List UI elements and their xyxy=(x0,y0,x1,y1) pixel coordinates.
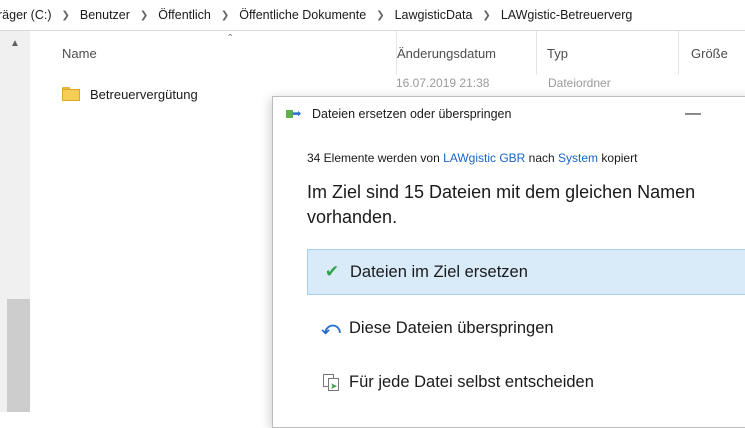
breadcrumb: räger (C:) ❯ Benutzer ❯ Öffentlich ❯ Öff… xyxy=(0,8,634,22)
breadcrumb-public-documents[interactable]: Öffentliche Dokumente xyxy=(237,8,368,22)
navigation-pane-scrollbar[interactable]: ▲ xyxy=(0,31,30,412)
replace-or-skip-dialog: ➡ Dateien ersetzen oder überspringen — 3… xyxy=(272,96,745,428)
skip-arrow-icon: ⤺ xyxy=(321,317,341,338)
chevron-right-icon[interactable]: ❯ xyxy=(474,10,498,21)
file-date: 16.07.2019 21:38 xyxy=(396,76,490,90)
compare-files-icon: ➤ xyxy=(307,374,345,391)
skip-files-label: Diese Dateien überspringen xyxy=(349,318,554,337)
column-header-size[interactable]: Größe xyxy=(678,31,745,75)
sort-ascending-icon: ⌃ xyxy=(226,33,235,44)
replace-files-button[interactable]: ✔ Dateien im Ziel ersetzen xyxy=(307,249,745,295)
column-header-type[interactable]: Typ xyxy=(536,31,687,75)
dialog-titlebar[interactable]: ➡ Dateien ersetzen oder überspringen — xyxy=(273,97,745,131)
column-header-name-label: Name xyxy=(62,45,97,61)
breadcrumb-users[interactable]: Benutzer xyxy=(78,8,132,22)
copy-status-line: 34 Elemente werden von LAWgistic GBR nac… xyxy=(307,151,637,165)
replace-files-label: Dateien im Ziel ersetzen xyxy=(350,262,528,281)
breadcrumb-lawgisticdata[interactable]: LawgisticData xyxy=(393,8,475,22)
column-header-type-label: Typ xyxy=(547,45,568,61)
file-name: Betreuervergütung xyxy=(90,86,198,102)
conflict-message: Im Ziel sind 15 Dateien mit dem gleichen… xyxy=(307,182,696,227)
scroll-up-icon[interactable]: ▲ xyxy=(0,31,30,55)
breadcrumb-public[interactable]: Öffentlich xyxy=(156,8,213,22)
decide-each-file-button[interactable]: ➤ Für jede Datei selbst entscheiden xyxy=(307,359,745,405)
copy-status-suffix: kopiert xyxy=(598,151,638,165)
copy-status-prefix: 34 Elemente werden von xyxy=(307,151,444,165)
file-type: Dateiordner xyxy=(548,76,611,90)
source-link[interactable]: LAWgistic GBR xyxy=(443,151,525,165)
target-link[interactable]: System xyxy=(558,151,598,165)
chevron-right-icon[interactable]: ❯ xyxy=(213,10,237,21)
address-bar[interactable]: räger (C:) ❯ Benutzer ❯ Öffentlich ❯ Öff… xyxy=(0,0,745,31)
chevron-right-icon[interactable]: ❯ xyxy=(132,10,156,21)
scrollbar-thumb[interactable] xyxy=(7,299,30,412)
column-header-date-label: Änderungsdatum xyxy=(397,45,497,61)
minimize-button[interactable]: — xyxy=(679,103,707,125)
column-header-name[interactable]: Name xyxy=(62,31,382,75)
column-header-size-label: Größe xyxy=(691,45,728,61)
copy-files-icon: ➡ xyxy=(286,108,304,120)
decide-each-file-label: Für jede Datei selbst entscheiden xyxy=(349,372,594,391)
dialog-title: Dateien ersetzen oder überspringen xyxy=(312,107,512,121)
breadcrumb-drive[interactable]: räger (C:) xyxy=(0,8,53,22)
folder-icon xyxy=(62,87,80,101)
chevron-right-icon[interactable]: ❯ xyxy=(368,10,392,21)
column-header-date[interactable]: Änderungsdatum xyxy=(396,31,535,75)
breadcrumb-current-folder[interactable]: LAWgistic-Betreuerverg xyxy=(499,8,635,22)
checkmark-icon: ✔ xyxy=(324,262,340,281)
copy-status-mid: nach xyxy=(525,151,559,165)
chevron-right-icon[interactable]: ❯ xyxy=(53,10,77,21)
skip-files-button[interactable]: ⤺ Diese Dateien überspringen xyxy=(307,305,745,351)
